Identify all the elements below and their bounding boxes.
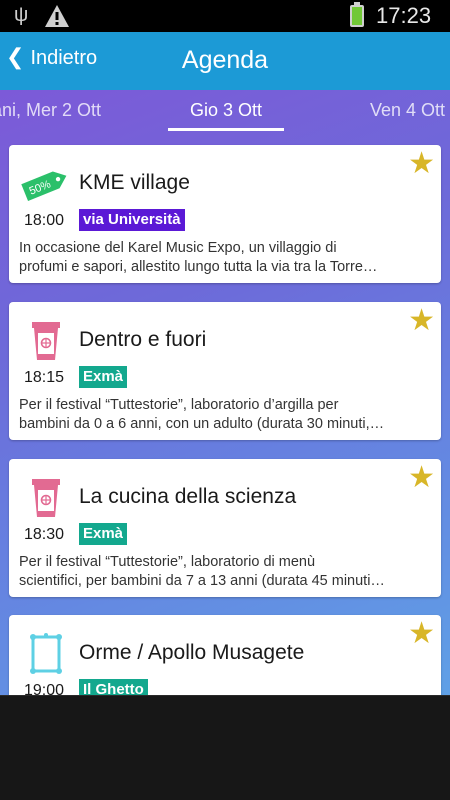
- event-title: La cucina della scienza: [79, 485, 297, 508]
- tab-current-day[interactable]: Gio 3 Ott: [168, 100, 284, 121]
- status-bar: ψ 17:23: [0, 0, 450, 32]
- description-line: bambini da 0 a 6 anni, con un adulto (du…: [19, 416, 385, 432]
- description-line: Per il festival “Tuttestorie”, laborator…: [19, 397, 339, 413]
- event-title: Dentro e fuori: [79, 328, 207, 351]
- description-line: scientifici, per bambini da 7 a 13 anni …: [19, 573, 385, 589]
- description-line: Per il festival “Tuttestorie”, laborator…: [19, 554, 316, 570]
- bottom-nav-area: [0, 695, 450, 800]
- description-line: profumi e sapori, allestito lungo tutta …: [19, 259, 378, 275]
- tab-indicator: [168, 128, 284, 131]
- museum-pass-icon: [32, 322, 60, 360]
- event-card[interactable]: Orme / Apollo Musagete ★ 19:00 Il Ghetto: [9, 615, 441, 695]
- app-bar: ❮ Indietro Agenda: [0, 32, 450, 90]
- favorite-star-icon[interactable]: ★: [408, 149, 435, 179]
- location-badge[interactable]: Il Ghetto: [79, 679, 148, 695]
- museum-pass-icon: [32, 479, 60, 517]
- tab-next-day[interactable]: Ven 4 Ott: [370, 100, 445, 121]
- event-title: Orme / Apollo Musagete: [79, 641, 305, 664]
- event-time: 19:00: [24, 682, 65, 695]
- picture-frame-icon: [30, 633, 62, 674]
- agenda-content[interactable]: ani, Mer 2 Ott Gio 3 Ott Ven 4 Ott 50% K…: [0, 90, 450, 695]
- usb-icon: ψ: [14, 4, 29, 26]
- event-time: 18:30: [24, 526, 65, 543]
- location-badge[interactable]: via Università: [79, 209, 185, 231]
- tab-previous-day[interactable]: ani, Mer 2 Ott: [0, 100, 101, 121]
- status-time: 17:23: [376, 3, 432, 28]
- event-time: 18:15: [24, 369, 65, 386]
- event-title: KME village: [79, 171, 190, 194]
- event-card[interactable]: 50% KME village ★ 18:00 via Università I…: [9, 145, 441, 283]
- event-card[interactable]: La cucina della scienza ★ 18:30 Exmà Per…: [9, 459, 441, 597]
- day-tabs: ani, Mer 2 Ott Gio 3 Ott Ven 4 Ott: [0, 90, 450, 132]
- location-badge[interactable]: Exmà: [79, 523, 128, 545]
- location-badge[interactable]: Exmà: [79, 366, 128, 388]
- battery-charging-icon: [350, 2, 364, 27]
- event-description: Per il festival “Tuttestorie”, laborator…: [19, 553, 433, 591]
- favorite-star-icon[interactable]: ★: [408, 463, 435, 493]
- discount-tag-icon: 50%: [21, 171, 67, 201]
- favorite-star-icon[interactable]: ★: [408, 619, 435, 649]
- event-card[interactable]: Dentro e fuori ★ 18:15 Exmà Per il festi…: [9, 302, 441, 440]
- warning-icon: [45, 5, 69, 27]
- favorite-star-icon[interactable]: ★: [408, 306, 435, 336]
- event-description: In occasione del Karel Music Expo, un vi…: [19, 239, 433, 277]
- event-time: 18:00: [24, 212, 65, 229]
- event-description: Per il festival “Tuttestorie”, laborator…: [19, 396, 433, 434]
- page-title: Agenda: [181, 46, 269, 74]
- description-line: In occasione del Karel Music Expo, un vi…: [19, 240, 337, 256]
